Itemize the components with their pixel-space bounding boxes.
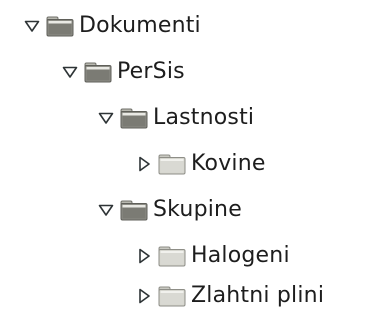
tree-node-halogeni[interactable]: Halogeni [136, 236, 290, 276]
folder-icon [46, 15, 74, 37]
tree-node-lastnosti[interactable]: Lastnosti [98, 98, 254, 138]
folder-open-icon [158, 153, 186, 175]
folder-open-icon [158, 285, 186, 307]
tree-node-persis[interactable]: PerSis [62, 52, 185, 92]
folder-icon [84, 61, 112, 83]
expander-expanded-icon[interactable] [98, 110, 114, 126]
folder-tree: Dokumenti PerSis Lastnosti Kovine Skupin… [0, 0, 366, 316]
expander-expanded-icon[interactable] [24, 18, 40, 34]
tree-node-label: Kovine [191, 151, 266, 176]
tree-node-label: Dokumenti [79, 13, 201, 38]
folder-open-icon [158, 245, 186, 267]
expander-expanded-icon[interactable] [62, 64, 78, 80]
expander-collapsed-icon[interactable] [136, 248, 152, 264]
tree-node-kovine[interactable]: Kovine [136, 144, 266, 184]
tree-node-label: Lastnosti [153, 105, 255, 130]
folder-icon [120, 199, 148, 221]
tree-node-skupine[interactable]: Skupine [98, 190, 242, 230]
expander-expanded-icon[interactable] [98, 202, 114, 218]
tree-node-label: PerSis [117, 59, 185, 84]
tree-node-dokumenti[interactable]: Dokumenti [24, 6, 201, 46]
expander-collapsed-icon[interactable] [136, 156, 152, 172]
tree-node-zlahtni-plini[interactable]: Zlahtni plini [136, 276, 324, 316]
folder-icon [120, 107, 148, 129]
tree-node-label: Halogeni [191, 243, 290, 268]
expander-collapsed-icon[interactable] [136, 288, 152, 304]
tree-node-label: Skupine [153, 197, 242, 222]
tree-node-label: Zlahtni plini [191, 283, 325, 308]
